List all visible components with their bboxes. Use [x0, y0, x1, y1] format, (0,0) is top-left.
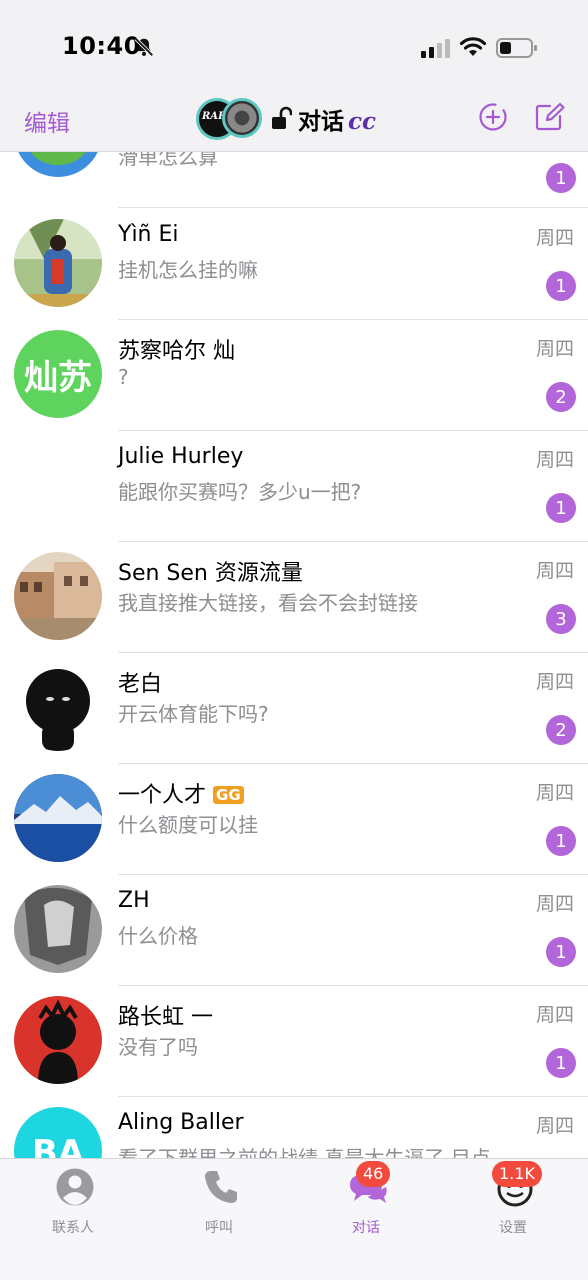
tab-label: 设置 — [499, 1220, 527, 1236]
conversation-row[interactable]: Yìñ Ei 挂机怎么挂的嘛 周四 1 — [0, 209, 588, 320]
conversation-row[interactable]: ZH 什么价格 周四 1 — [0, 875, 588, 986]
conversation-time: 周四 — [535, 338, 574, 360]
conversation-time: 周四 — [535, 671, 574, 693]
conversation-name: 苏察哈尔 灿 — [118, 339, 235, 364]
unread-badge: 1 — [546, 163, 576, 193]
conversation-preview: 没有了吗 — [118, 1035, 198, 1059]
page-title-text: 对话 — [298, 109, 344, 135]
conversation-row[interactable]: BA Aling Baller 看了下群里之前的战绩 真是太牛逼了 目点 周四 — [0, 1097, 588, 1158]
conversation-time: 周四 — [535, 449, 574, 471]
unread-badge: 1 — [546, 826, 576, 856]
conversation-preview: 滑单怎么算 — [118, 152, 218, 169]
contact-avatar — [14, 219, 102, 307]
tab-calls[interactable]: 呼叫 — [169, 1167, 269, 1237]
conversation-preview: 能跟你买赛吗？多少u一把? — [118, 480, 362, 504]
conversation-name: Aling Baller — [118, 1110, 244, 1135]
unread-badge: 2 — [546, 715, 576, 745]
conversation-name: Julie Hurley — [118, 444, 244, 469]
status-time: 10:40 — [62, 32, 141, 60]
battery-icon — [496, 38, 537, 58]
conversation-time: 周四 — [535, 227, 574, 249]
conversation-name-text: 一个人才 — [118, 783, 207, 808]
conversation-row[interactable]: Julie Hurley 能跟你买赛吗？多少u一把? 周四 1 — [0, 431, 588, 542]
conversation-time: 周四 — [535, 893, 574, 915]
tab-label: 联系人 — [52, 1220, 94, 1236]
wifi-icon — [459, 37, 487, 56]
conversation-preview: 什么额度可以挂 — [118, 813, 258, 837]
conversation-row[interactable]: 路长虹 一 没有了吗 周四 1 — [0, 986, 588, 1097]
conversation-time: 周四 — [535, 782, 574, 804]
gg-emoji-badge: GG — [213, 786, 244, 804]
new-chat-circle-icon[interactable] — [478, 102, 508, 132]
nav-bar: 编辑 RARE 对话 cc — [0, 96, 588, 152]
status-bar: 10:40 — [0, 0, 588, 96]
conversation-name: 老白 — [118, 672, 163, 697]
contact-avatar — [14, 663, 102, 751]
page-title: 对话 cc — [298, 102, 376, 136]
edit-button[interactable]: 编辑 — [24, 104, 70, 138]
conversation-preview: 挂机怎么挂的嘛 — [118, 258, 258, 282]
conversation-name: Sen Sen 资源流量 — [118, 561, 303, 586]
tab-label: 对话 — [352, 1220, 380, 1236]
avatar-initials: 灿苏 — [24, 357, 92, 398]
blank-avatar — [14, 441, 102, 529]
contact-avatar — [14, 552, 102, 640]
conversation-time: 周四 — [535, 1115, 574, 1137]
unread-badge: 2 — [546, 382, 576, 412]
person-icon — [56, 1168, 94, 1206]
tab-chats[interactable]: 46 对话 — [316, 1161, 416, 1237]
unread-badge: 1 — [546, 1048, 576, 1078]
bell-off-icon — [134, 37, 154, 57]
cellular-signal-icon — [421, 39, 450, 58]
unread-badge: 3 — [546, 604, 576, 634]
initials-avatar: 灿苏 — [14, 330, 102, 418]
conversation-row[interactable]: 滑单怎么算 1 — [0, 152, 588, 208]
unread-count-badge: 46 — [356, 1161, 391, 1187]
conversation-row[interactable]: Sen Sen 资源流量 我直接推大链接，看会不会封链接 周四 3 — [0, 542, 588, 653]
compose-icon[interactable] — [534, 102, 566, 132]
conversation-preview: 什么价格 — [118, 924, 198, 948]
conversation-row[interactable]: 灿苏 苏察哈尔 灿 ? 周四 2 — [0, 320, 588, 431]
notification-badge: 1.1K — [492, 1161, 542, 1187]
row-divider — [118, 207, 588, 208]
conversation-time: 周四 — [535, 560, 574, 582]
conversation-preview: 开云体育能下吗? — [118, 702, 269, 726]
contact-avatar — [14, 885, 102, 973]
phone-icon — [205, 1171, 237, 1203]
conversation-preview: 我直接推大链接，看会不会封链接 — [118, 591, 418, 615]
conversation-row[interactable]: 一个人才 GG 什么额度可以挂 周四 1 — [0, 764, 588, 875]
conversation-name: ZH — [118, 888, 150, 913]
tab-label: 呼叫 — [205, 1220, 233, 1236]
contact-avatar — [14, 996, 102, 1084]
tab-settings[interactable]: 1.1K 设置 — [463, 1161, 563, 1237]
conversation-row[interactable]: 老白 开云体育能下吗? 周四 2 — [0, 653, 588, 764]
unread-badge: 1 — [546, 937, 576, 967]
conversation-name: Yìñ Ei — [118, 222, 179, 247]
unread-badge: 1 — [546, 271, 576, 301]
conversation-preview: ? — [118, 365, 129, 389]
unlock-icon — [272, 106, 292, 129]
unread-badge: 1 — [546, 493, 576, 523]
secondary-account-avatar — [222, 98, 262, 138]
avatar-initials: BA — [31, 1133, 85, 1158]
account-switcher[interactable]: RARE — [196, 96, 264, 142]
contact-avatar — [14, 774, 102, 862]
conversation-list[interactable]: 滑单怎么算 1 Yìñ Ei 挂机怎么挂的嘛 周四 1 灿苏 苏察哈尔 灿 ? … — [0, 152, 588, 1158]
tab-bar: 联系人 呼叫 46 对话 1.1K 设置 — [0, 1158, 588, 1280]
conversation-preview: 看了下群里之前的战绩 真是太牛逼了 目点 — [118, 1146, 491, 1158]
page-title-suffix: cc — [348, 108, 377, 135]
conversation-name: 路长虹 一 — [118, 1005, 213, 1030]
frog-avatar — [14, 152, 102, 177]
tab-contacts[interactable]: 联系人 — [23, 1167, 123, 1237]
conversation-time: 周四 — [535, 1004, 574, 1026]
initials-avatar: BA — [14, 1107, 102, 1158]
conversation-name: 一个人才 GG — [118, 777, 244, 809]
